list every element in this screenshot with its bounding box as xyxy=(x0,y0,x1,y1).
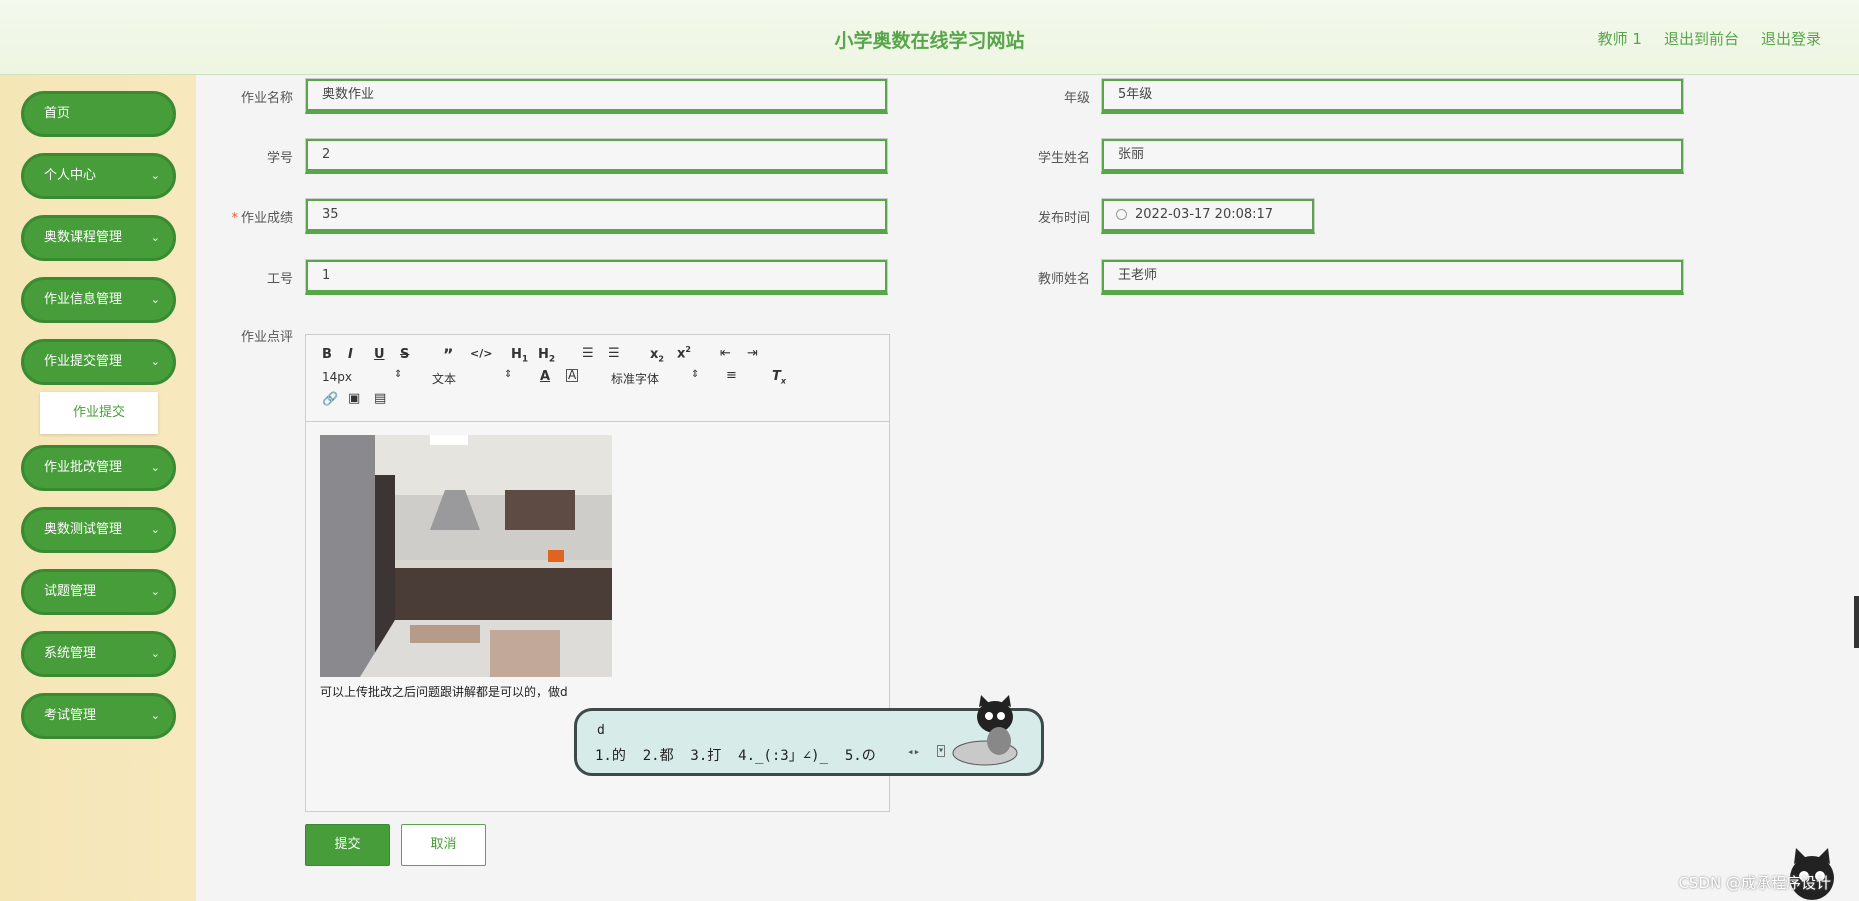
required-mark: * xyxy=(231,211,238,226)
chevron-down-icon: ⌄ xyxy=(150,293,160,306)
ime-candidates[interactable]: 1.的 2.都 3.打 4._(:3」∠)_ 5.の xyxy=(595,745,876,765)
comment-label: 作业点评 xyxy=(240,330,293,345)
logout-link[interactable]: 退出登录 xyxy=(1761,28,1821,49)
chevron-updown-icon: ⇕ xyxy=(504,369,513,380)
chevron-down-icon: ⌄ xyxy=(150,647,160,660)
font-family-select[interactable]: 标准字体 xyxy=(611,370,659,387)
chevron-updown-icon: ⇕ xyxy=(394,369,403,380)
sidebar-item-label: 作业信息管理 xyxy=(44,292,123,307)
student-name-label: 学生姓名 xyxy=(1037,151,1090,166)
teacher-id-label: 工号 xyxy=(266,272,293,287)
clock-icon xyxy=(1116,209,1127,220)
video-icon[interactable]: ▤ xyxy=(374,391,386,406)
sidebar-item-homework-submit[interactable]: 作业提交管理 ⌄ xyxy=(21,339,176,385)
score-label-text: 作业成绩 xyxy=(240,211,293,226)
sidebar-item-label: 作业批改管理 xyxy=(44,460,123,475)
outdent-icon[interactable]: ⇤ xyxy=(720,346,731,361)
sidebar-item-homework-info[interactable]: 作业信息管理 ⌄ xyxy=(21,277,176,323)
font-size-select[interactable]: 14px xyxy=(322,370,352,384)
subscript-icon[interactable]: x2 xyxy=(650,347,664,364)
align-icon[interactable]: ≡ xyxy=(726,368,737,383)
clear-format-icon[interactable]: Tx xyxy=(772,369,786,386)
chevron-down-icon: ⌄ xyxy=(150,461,160,474)
sidebar-item-label: 考试管理 xyxy=(44,708,97,723)
h2-icon[interactable]: H2 xyxy=(538,347,555,365)
bullet-list-icon[interactable]: ☰ xyxy=(608,346,620,361)
chevron-down-icon: ⌄ xyxy=(150,231,160,244)
sidebar-item-label: 奥数课程管理 xyxy=(44,230,123,245)
italic-icon[interactable]: I xyxy=(348,347,353,362)
score-label: * 作业成绩 xyxy=(193,207,293,226)
cat-mascot-icon xyxy=(952,695,1018,766)
scrollbar[interactable] xyxy=(1854,596,1859,648)
sidebar: 首页 个人中心 ⌄ 奥数课程管理 ⌄ 作业信息管理 ⌄ 作业提交管理 ⌄ 作业批改管理 ⌄… xyxy=(0,75,196,901)
kitchen-image xyxy=(320,435,612,677)
blockquote-icon[interactable]: ” xyxy=(443,345,454,364)
link-icon[interactable]: 🔗 xyxy=(322,392,338,407)
watermark: CSDN @成承程序设计 xyxy=(1678,874,1831,892)
dropdown-icon[interactable]: ▾ xyxy=(937,745,946,757)
grade-field[interactable]: 5年级 xyxy=(1101,78,1684,114)
font-color-icon[interactable]: A xyxy=(540,369,550,384)
ordered-list-icon[interactable]: ☰ xyxy=(582,346,594,361)
indent-icon[interactable]: ⇥ xyxy=(747,346,758,361)
sidebar-item-label: 首页 xyxy=(44,106,71,121)
sidebar-subitem-homework-submit[interactable]: 作业提交 xyxy=(40,392,158,434)
publish-time-value: 2022-03-17 20:08:17 xyxy=(1135,207,1274,222)
sidebar-item-label: 试题管理 xyxy=(44,584,97,599)
teacher-name-label: 教师姓名 xyxy=(1037,272,1090,287)
page-arrows-icon[interactable]: ◂▸ xyxy=(907,745,920,758)
ime-candidate-window[interactable]: d 1.的 2.都 3.打 4._(:3」∠)_ 5.の ◂▸ ▾ xyxy=(574,695,1044,776)
top-header: 小学奥数在线学习网站 教师 1 退出到前台 退出登录 xyxy=(0,0,1859,75)
chevron-down-icon: ⌄ xyxy=(150,709,160,722)
sidebar-item-exams[interactable]: 考试管理 ⌄ xyxy=(21,693,176,739)
top-links: 教师 1 退出到前台 退出登录 xyxy=(1598,28,1821,49)
sidebar-item-homework-grading[interactable]: 作业批改管理 ⌄ xyxy=(21,445,176,491)
teacher-id-field[interactable]: 1 xyxy=(305,259,888,295)
sidebar-item-personal[interactable]: 个人中心 ⌄ xyxy=(21,153,176,199)
back-to-front-link[interactable]: 退出到前台 xyxy=(1664,28,1739,49)
sidebar-item-label: 作业提交管理 xyxy=(44,354,123,369)
underline-icon[interactable]: U xyxy=(374,347,385,362)
editor-toolbar: B I U S ” </> H1 H2 ☰ ☰ x2 x2 ⇤ ⇥ 14px ⇕… xyxy=(306,335,889,422)
score-field[interactable]: 35 xyxy=(305,198,888,234)
chevron-down-icon: ⌄ xyxy=(150,169,160,182)
student-id-label: 学号 xyxy=(266,151,293,166)
sidebar-item-tests[interactable]: 奥数测试管理 ⌄ xyxy=(21,507,176,553)
bold-icon[interactable]: B xyxy=(322,347,332,362)
sidebar-item-label: 奥数测试管理 xyxy=(44,522,123,537)
h1-icon[interactable]: H1 xyxy=(511,347,528,365)
sidebar-item-questions[interactable]: 试题管理 ⌄ xyxy=(21,569,176,615)
site-title: 小学奥数在线学习网站 xyxy=(834,30,1025,52)
ime-input-text: d xyxy=(597,723,605,738)
strike-icon[interactable]: S xyxy=(400,347,409,362)
image-icon[interactable]: ▣ xyxy=(348,391,360,406)
sidebar-item-system[interactable]: 系统管理 ⌄ xyxy=(21,631,176,677)
sidebar-item-courses[interactable]: 奥数课程管理 ⌄ xyxy=(21,215,176,261)
grade-label: 年级 xyxy=(1063,91,1090,106)
sidebar-item-label: 个人中心 xyxy=(44,168,97,183)
teacher-name-field[interactable]: 王老师 xyxy=(1101,259,1684,295)
chevron-down-icon: ⌄ xyxy=(150,355,160,368)
publish-time-label: 发布时间 xyxy=(1037,211,1090,226)
code-icon[interactable]: </> xyxy=(470,347,492,360)
chevron-down-icon: ⌄ xyxy=(150,523,160,536)
sidebar-item-home[interactable]: 首页 xyxy=(21,91,176,137)
sidebar-item-label: 系统管理 xyxy=(44,646,97,661)
homework-name-field[interactable]: 奥数作业 xyxy=(305,78,888,114)
background-color-icon[interactable]: A xyxy=(566,369,579,382)
cancel-button[interactable]: 取消 xyxy=(401,824,486,866)
student-id-field[interactable]: 2 xyxy=(305,138,888,174)
superscript-icon[interactable]: x2 xyxy=(677,345,691,361)
editor-text: 可以上传批改之后问题跟讲解都是可以的，做d xyxy=(320,685,568,699)
user-link[interactable]: 教师 1 xyxy=(1598,28,1642,49)
publish-time-field[interactable]: 2022-03-17 20:08:17 xyxy=(1101,198,1315,234)
student-name-field[interactable]: 张丽 xyxy=(1101,138,1684,174)
heading-select[interactable]: 文本 xyxy=(432,370,456,387)
chevron-updown-icon: ⇕ xyxy=(691,369,700,380)
submit-button[interactable]: 提交 xyxy=(305,824,390,866)
homework-name-label: 作业名称 xyxy=(240,91,293,106)
chevron-down-icon: ⌄ xyxy=(150,585,160,598)
